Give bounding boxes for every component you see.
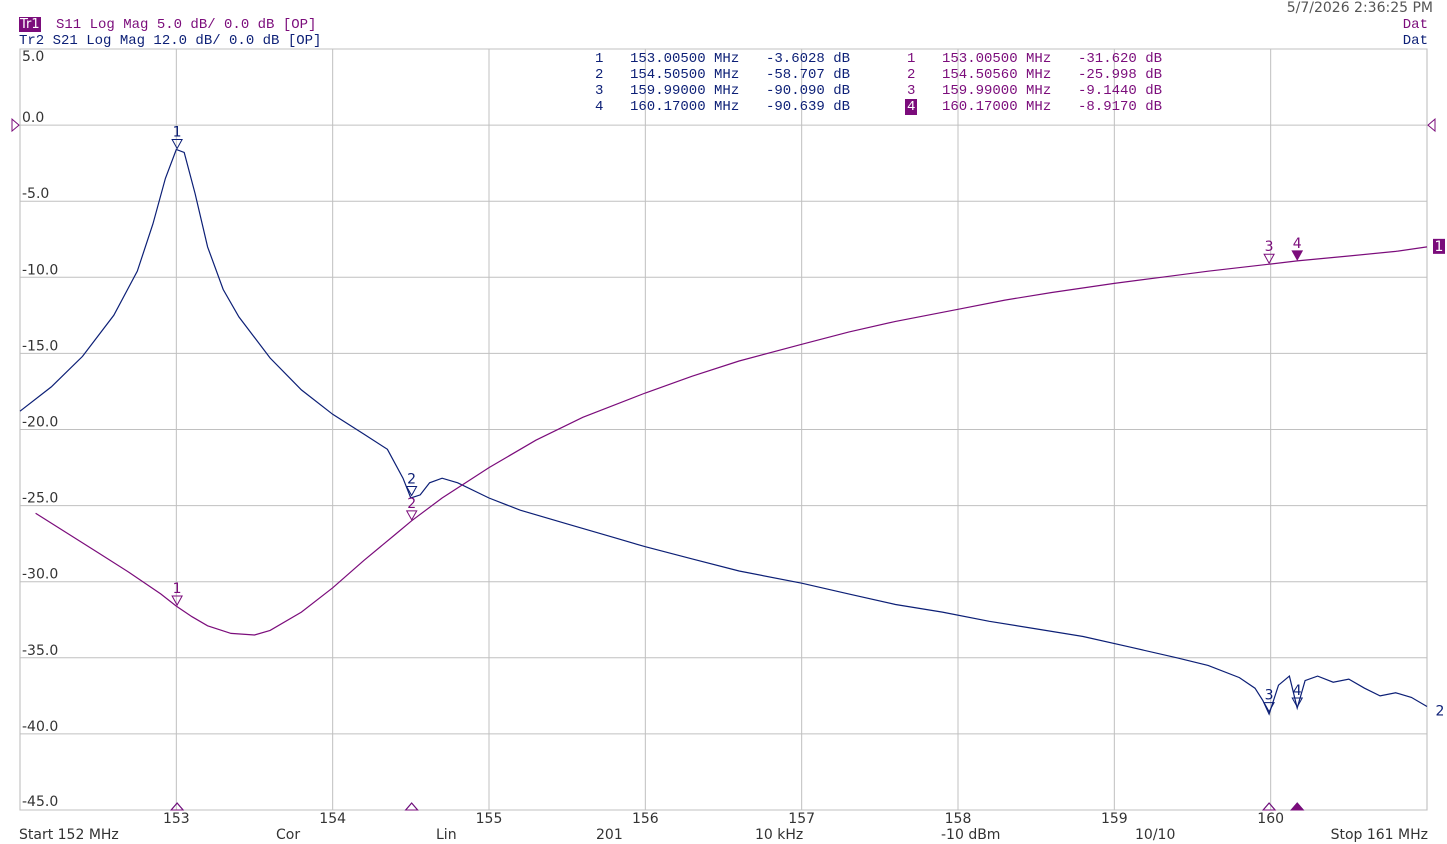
marker-freq: 153.00500 MHz — [942, 51, 1052, 67]
marker-triangle[interactable] — [1291, 250, 1304, 261]
marker-freq: 154.50560 MHz — [942, 67, 1052, 83]
y-tick-label: -30.0 — [22, 567, 58, 583]
marker-stimulus-indicator — [404, 802, 419, 811]
marker-label: 1 — [173, 124, 182, 140]
marker-triangle[interactable] — [1263, 253, 1275, 265]
correction-status[interactable]: Cor — [276, 827, 300, 843]
x-tick-label: 159 — [1101, 811, 1128, 827]
marker-value: -25.998 dB — [1078, 67, 1163, 83]
y-tick-label: -45.0 — [22, 794, 58, 810]
marker-freq: 160.17000 MHz — [942, 99, 1052, 115]
marker-label: 4 — [1293, 683, 1302, 699]
marker-value: -3.6028 dB — [766, 51, 851, 67]
marker-stimulus-indicator — [1262, 802, 1277, 811]
marker-num: 3 — [907, 83, 916, 99]
marker-label: 2 — [407, 496, 416, 512]
marker-stimulus-indicator — [404, 802, 419, 811]
marker-num-active[interactable]: 4 — [905, 99, 918, 115]
marker-label: 3 — [1265, 688, 1274, 704]
x-tick-label: 160 — [1257, 811, 1284, 827]
trace-line-1 — [19, 148, 1428, 716]
marker-freq: 154.50500 MHz — [630, 67, 740, 83]
marker-value: -90.639 dB — [766, 99, 851, 115]
marker-triangle[interactable] — [171, 138, 183, 150]
y-tick-label: -25.0 — [22, 491, 58, 507]
x-tick-label: 153 — [163, 811, 190, 827]
trace-line-2 — [35, 246, 1428, 636]
y-tick-label: -35.0 — [22, 643, 58, 659]
marker-label: 1 — [173, 581, 182, 597]
marker-freq: 159.99000 MHz — [942, 83, 1052, 99]
source-power[interactable]: -10 dBm — [941, 827, 1000, 843]
sweep-points[interactable]: 201 — [596, 827, 623, 843]
marker-stimulus-indicator — [1290, 802, 1305, 811]
marker-value: -8.9170 dB — [1078, 99, 1163, 115]
x-tick-label: 154 — [319, 811, 346, 827]
stop-frequency[interactable]: Stop 161 MHz — [1331, 827, 1428, 843]
marker-label: 2 — [407, 471, 416, 487]
marker-stimulus-indicator — [170, 802, 185, 811]
marker-freq: 159.99000 MHz — [630, 83, 740, 99]
marker-num: 1 — [595, 51, 604, 67]
y-tick-label: -10.0 — [22, 262, 58, 278]
trace-end-label: 1 — [1435, 239, 1444, 255]
marker-num: 1 — [907, 51, 916, 67]
marker-stimulus-indicator — [170, 802, 185, 811]
sweep-type[interactable]: Lin — [436, 827, 457, 843]
reference-level-marker-right — [1427, 118, 1436, 133]
averaging-count[interactable]: 10/10 — [1135, 827, 1175, 843]
marker-num: 4 — [595, 99, 604, 115]
marker-stimulus-indicator — [1262, 802, 1277, 811]
marker-value: -90.090 dB — [766, 83, 851, 99]
y-tick-label: -15.0 — [22, 338, 58, 354]
marker-num: 2 — [907, 67, 916, 83]
x-tick-label: 155 — [476, 811, 503, 827]
x-tick-label: 157 — [788, 811, 815, 827]
reference-level-marker-left — [11, 118, 20, 133]
marker-num: 3 — [595, 83, 604, 99]
if-bandwidth[interactable]: 10 kHz — [755, 827, 803, 843]
y-tick-label: 0.0 — [22, 110, 44, 126]
marker-value: -9.1440 dB — [1078, 83, 1163, 99]
marker-num: 2 — [595, 67, 604, 83]
marker-freq: 160.17000 MHz — [630, 99, 740, 115]
trace-end-label: 2 — [1436, 704, 1445, 720]
y-tick-label: -5.0 — [22, 186, 49, 202]
y-tick-label: 5.0 — [22, 49, 44, 65]
y-tick-label: -40.0 — [22, 719, 58, 735]
marker-label: 4 — [1293, 236, 1302, 252]
y-tick-label: -20.0 — [22, 415, 58, 431]
marker-label: 3 — [1265, 239, 1274, 255]
x-tick-label: 158 — [945, 811, 972, 827]
marker-value: -58.707 dB — [766, 67, 851, 83]
marker-freq: 153.00500 MHz — [630, 51, 740, 67]
sparameter-plot[interactable]: 5.0 0.0 -5.0 -10.0 -15.0 -20.0 -25.0 -30.0 -35.0… — [0, 0, 1447, 844]
x-tick-label: 156 — [632, 811, 659, 827]
start-frequency[interactable]: Start 152 MHz — [19, 827, 119, 843]
marker-value: -31.620 dB — [1078, 51, 1163, 67]
